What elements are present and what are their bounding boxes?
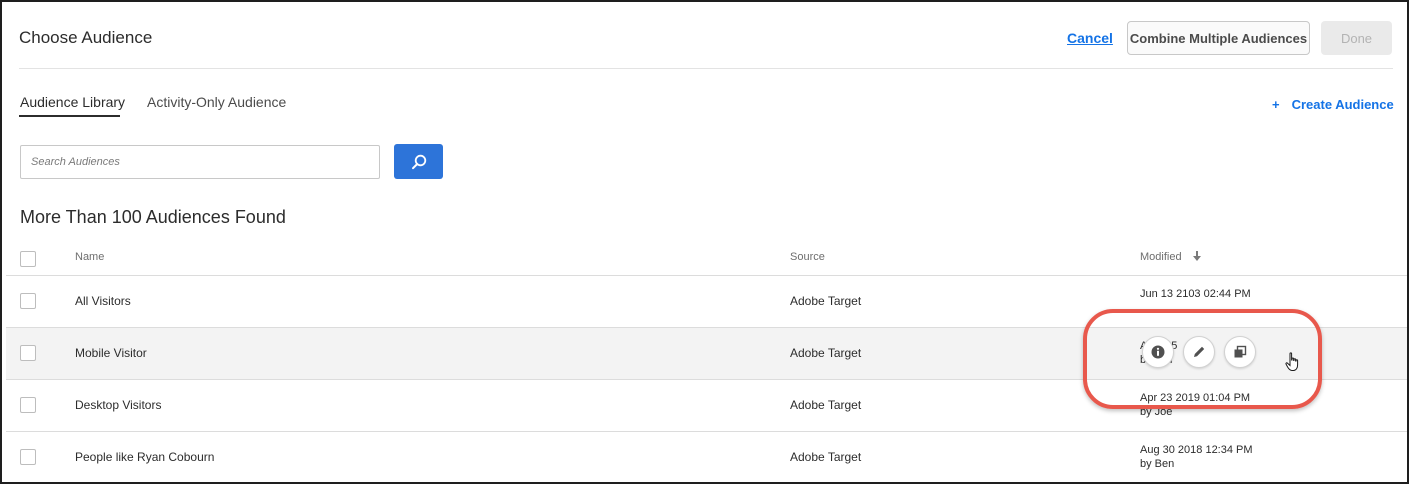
edit-pencil-icon — [1194, 346, 1205, 357]
row-checkbox[interactable] — [20, 397, 36, 413]
create-audience-link[interactable]: + Create Audience — [1272, 97, 1394, 112]
audience-source: Adobe Target — [790, 294, 862, 308]
row-checkbox[interactable] — [20, 449, 36, 465]
table-row[interactable]: All Visitors Adobe Target Jun 13 2103 02… — [6, 275, 1407, 327]
column-header-modified[interactable]: Modified — [1140, 251, 1182, 263]
audience-name: Mobile Visitor — [75, 346, 147, 360]
audience-source: Adobe Target — [790, 450, 862, 464]
copy-button[interactable] — [1224, 336, 1256, 368]
row-checkbox[interactable] — [20, 293, 36, 309]
modified-by: by Ben — [1140, 458, 1175, 470]
table-row[interactable]: People like Ryan Cobourn Adobe Target Au… — [6, 431, 1407, 483]
audience-source: Adobe Target — [790, 346, 862, 360]
row-checkbox[interactable] — [20, 345, 36, 361]
audience-name: People like Ryan Cobourn — [75, 450, 215, 464]
edit-button[interactable] — [1183, 336, 1215, 368]
modified-date: Aug 30 2018 12:34 PM — [1140, 444, 1253, 456]
header-divider — [19, 68, 1393, 69]
table-row[interactable]: Desktop Visitors Adobe Target Apr 23 201… — [6, 379, 1407, 431]
audience-name: Desktop Visitors — [75, 398, 162, 412]
create-audience-label: Create Audience — [1291, 97, 1394, 112]
modified-by: by Joe — [1140, 406, 1173, 418]
copy-icon — [1234, 345, 1247, 358]
choose-audience-dialog: Choose Audience Cancel Combine Multiple … — [0, 0, 1409, 484]
dialog-title: Choose Audience — [19, 28, 153, 47]
info-icon — [1151, 345, 1165, 359]
column-header-name[interactable]: Name — [75, 251, 104, 263]
arrow-down-icon[interactable] — [1192, 250, 1202, 262]
combine-multiple-audiences-button[interactable]: Combine Multiple Audiences — [1127, 21, 1310, 55]
cancel-link[interactable]: Cancel — [1067, 30, 1113, 46]
search-icon — [411, 154, 426, 169]
info-button[interactable] — [1142, 336, 1174, 368]
column-header-source[interactable]: Source — [790, 251, 825, 263]
modified-date: Apr 23 2019 01:04 PM — [1140, 392, 1251, 404]
search-audiences-input[interactable] — [20, 145, 380, 179]
tab-activity-only-audience[interactable]: Activity-Only Audience — [147, 94, 286, 110]
done-button[interactable]: Done — [1321, 21, 1392, 55]
plus-icon: + — [1272, 97, 1280, 112]
tab-audience-library[interactable]: Audience Library — [20, 94, 125, 110]
results-count: More Than 100 Audiences Found — [20, 207, 286, 227]
active-tab-indicator — [19, 115, 120, 117]
select-all-checkbox[interactable] — [20, 251, 36, 267]
audience-source: Adobe Target — [790, 398, 862, 412]
audience-name: All Visitors — [75, 294, 131, 308]
hand-cursor-icon — [1285, 352, 1299, 371]
search-button[interactable] — [394, 144, 443, 179]
modified-date: Jun 13 2103 02:44 PM — [1140, 288, 1251, 300]
